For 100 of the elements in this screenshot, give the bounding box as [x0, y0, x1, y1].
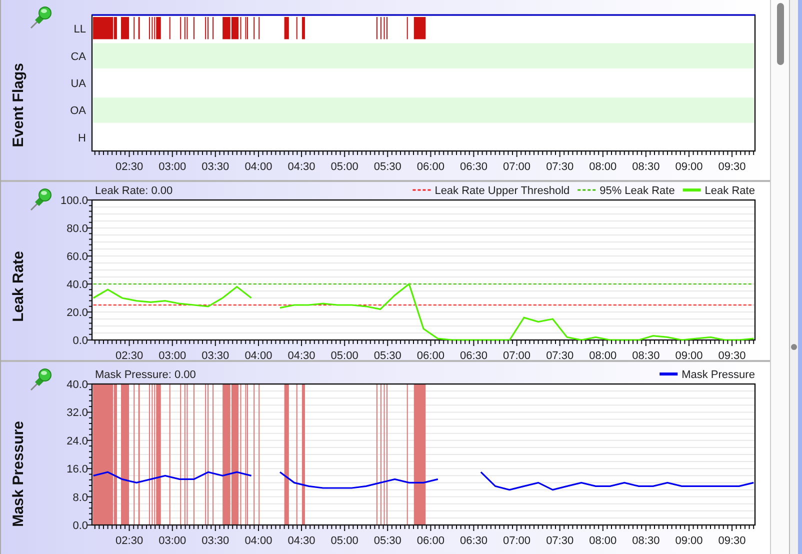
event-marker[interactable] — [212, 17, 214, 40]
event-marker[interactable] — [114, 17, 117, 40]
row-label: LL — [74, 24, 86, 36]
y-tick-label: 40.0 — [66, 379, 88, 391]
event-marker[interactable] — [406, 17, 408, 40]
legend-label: Leak Rate — [704, 185, 755, 197]
x-tick-label: 08:30 — [632, 535, 660, 547]
event-marker[interactable] — [180, 17, 182, 40]
x-tick-label: 06:00 — [416, 161, 444, 173]
axis-title: Event Flags — [10, 63, 27, 148]
x-tick-label: 04:00 — [244, 350, 272, 360]
event-marker[interactable] — [208, 17, 209, 40]
axis-title: Leak Rate — [10, 251, 27, 322]
event-marker[interactable] — [258, 17, 260, 40]
x-tick-label: 04:30 — [288, 350, 316, 360]
x-tick-label: 07:30 — [546, 161, 574, 173]
x-tick-label: 04:30 — [288, 161, 316, 173]
event-marker[interactable] — [154, 17, 156, 40]
event-marker[interactable] — [245, 17, 246, 40]
x-tick-label: 08:30 — [632, 350, 660, 360]
event-marker[interactable] — [380, 17, 382, 40]
x-tick-label: 08:00 — [589, 350, 617, 360]
y-tick-label: 0.0 — [72, 520, 88, 532]
event-marker[interactable] — [93, 17, 114, 40]
event-marker[interactable] — [156, 17, 161, 40]
event-marker[interactable] — [184, 17, 186, 40]
legend-entry: Leak Rate Upper Threshold — [412, 185, 570, 197]
scrollbar-thumb[interactable] — [776, 3, 784, 65]
x-tick-label: 09:00 — [675, 161, 703, 173]
event-marker[interactable] — [148, 17, 150, 40]
x-tick-label: 09:30 — [718, 161, 746, 173]
x-tick-label: 03:30 — [202, 350, 230, 360]
event-marker[interactable] — [254, 17, 255, 40]
y-tick-label: 40.0 — [66, 279, 88, 291]
x-tick-label: 03:00 — [158, 350, 186, 360]
event-marker[interactable] — [384, 17, 385, 40]
legend-label: Mask Pressure — [682, 369, 755, 381]
y-tick-label: 100.0 — [60, 195, 88, 207]
event-marker[interactable] — [205, 17, 206, 40]
x-tick-label: 03:00 — [158, 161, 186, 173]
x-tick-label: 09:00 — [675, 350, 703, 360]
x-tick-label: 06:00 — [416, 535, 444, 547]
x-tick-label: 06:30 — [460, 350, 488, 360]
x-tick-label: 07:30 — [546, 535, 574, 547]
x-tick-label: 02:30 — [116, 350, 144, 360]
event-marker[interactable] — [296, 17, 298, 40]
event-marker[interactable] — [240, 17, 242, 40]
x-tick-label: 09:30 — [718, 350, 746, 360]
x-tick-label: 06:00 — [416, 350, 444, 360]
x-tick-label: 05:00 — [330, 161, 358, 173]
event-marker[interactable] — [246, 17, 248, 40]
readout-label: Leak Rate: 0.00 — [95, 185, 173, 197]
axis-title: Mask Pressure — [10, 420, 27, 526]
y-tick-label: 0.0 — [72, 335, 88, 347]
event-marker[interactable] — [186, 17, 188, 40]
x-tick-label: 08:00 — [589, 535, 617, 547]
x-tick-label: 07:00 — [503, 535, 531, 547]
event-marker[interactable] — [193, 17, 194, 40]
row-label: OA — [70, 105, 86, 118]
y-tick-label: 32.0 — [66, 407, 88, 420]
legend-label: 95% Leak Rate — [600, 185, 675, 197]
x-tick-label: 05:30 — [374, 535, 402, 547]
scrollbar[interactable] — [770, 0, 790, 554]
event-marker[interactable] — [284, 17, 289, 40]
legend-entry: Mask Pressure — [660, 369, 755, 381]
event-marker[interactable] — [414, 17, 426, 40]
x-tick-label: 07:30 — [546, 350, 574, 360]
x-tick-label: 06:30 — [460, 161, 488, 173]
event-marker[interactable] — [138, 17, 140, 40]
y-tick-label: 16.0 — [66, 464, 88, 476]
y-tick-label: 80.0 — [66, 223, 88, 235]
x-tick-label: 08:00 — [589, 161, 617, 173]
x-tick-label: 05:00 — [330, 350, 358, 360]
x-tick-label: 07:00 — [503, 161, 531, 173]
legend-entry: Leak Rate — [682, 185, 755, 197]
legend-entry: 95% Leak Rate — [578, 185, 675, 197]
splitter-handle[interactable] — [791, 344, 797, 350]
event-marker[interactable] — [376, 17, 378, 40]
event-marker[interactable] — [222, 17, 230, 40]
event-marker[interactable] — [152, 17, 153, 40]
x-tick-label: 06:30 — [460, 535, 488, 547]
y-tick-label: 60.0 — [66, 251, 88, 263]
x-tick-label: 05:00 — [330, 535, 358, 547]
row-label: H — [78, 132, 86, 144]
readout-label: Mask Pressure: 0.00 — [95, 369, 196, 381]
x-tick-label: 04:30 — [288, 535, 316, 547]
x-tick-label: 05:30 — [374, 161, 402, 173]
y-tick-label: 20.0 — [66, 307, 88, 319]
event-marker[interactable] — [302, 17, 305, 40]
event-marker[interactable] — [386, 17, 388, 40]
x-tick-label: 08:30 — [632, 161, 660, 173]
event-marker[interactable] — [169, 17, 170, 40]
row-label: CA — [70, 50, 86, 63]
x-tick-label: 09:00 — [675, 535, 703, 547]
x-tick-label: 03:30 — [202, 161, 230, 173]
event-marker[interactable] — [134, 17, 135, 40]
x-tick-label: 09:30 — [718, 535, 746, 547]
x-tick-label: 07:00 — [503, 350, 531, 360]
x-tick-label: 03:00 — [158, 535, 186, 547]
row-label: UA — [70, 78, 86, 90]
